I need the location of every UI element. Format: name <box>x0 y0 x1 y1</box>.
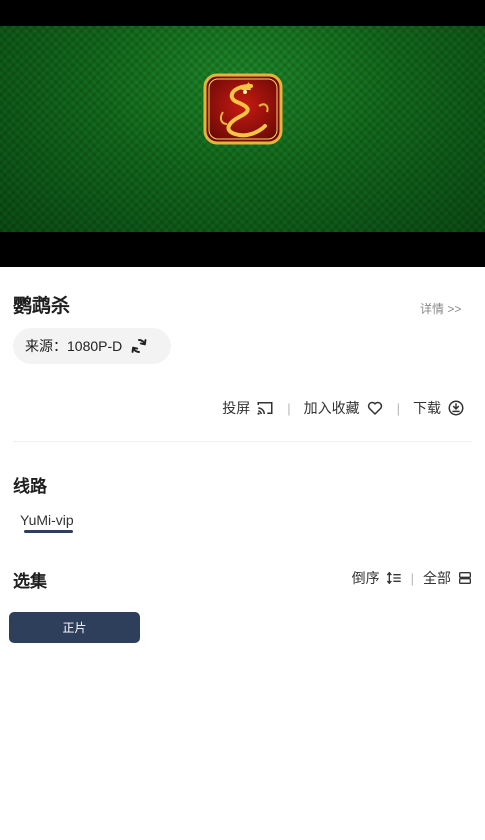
all-episodes-button[interactable]: 全部 <box>423 568 473 588</box>
routes-heading: 线路 <box>13 477 47 496</box>
video-player[interactable] <box>0 0 485 267</box>
separator: | <box>410 570 414 586</box>
action-bar: 投屏 | 加入收藏 | 下载 <box>222 398 465 418</box>
episode-button[interactable]: 正片 <box>9 612 140 643</box>
separator: | <box>287 400 291 416</box>
favorite-button[interactable]: 加入收藏 <box>304 398 384 418</box>
refresh-icon[interactable] <box>130 337 148 355</box>
download-icon <box>448 400 464 416</box>
reverse-order-button[interactable]: 倒序 <box>352 568 402 588</box>
episodes-heading: 选集 <box>13 572 47 591</box>
download-label: 下载 <box>413 400 441 416</box>
list-grid-icon <box>459 572 471 584</box>
heart-icon <box>367 401 382 415</box>
source-label: 来源：1080P-D <box>25 338 123 354</box>
separator: | <box>396 400 400 416</box>
cast-label: 投屏 <box>222 400 251 416</box>
route-tab-yumi-vip[interactable]: YuMi-vip <box>20 512 74 528</box>
cast-icon <box>257 402 273 415</box>
dragon-emblem-icon <box>203 73 283 145</box>
favorite-label: 加入收藏 <box>303 400 360 416</box>
video-title: 鹦鹉杀 <box>13 296 71 317</box>
details-link[interactable]: 详情 >> <box>420 300 461 317</box>
route-tab-indicator <box>24 530 73 533</box>
source-selector[interactable]: 来源：1080P-D <box>13 328 171 364</box>
all-label: 全部 <box>423 570 451 586</box>
divider <box>13 441 472 442</box>
episode-controls: 倒序 | 全部 <box>352 568 473 588</box>
sort-icon <box>386 572 401 584</box>
video-frame[interactable] <box>0 26 485 232</box>
download-button[interactable]: 下载 <box>413 398 465 418</box>
cast-button[interactable]: 投屏 <box>222 398 274 418</box>
reverse-label: 倒序 <box>351 570 380 586</box>
